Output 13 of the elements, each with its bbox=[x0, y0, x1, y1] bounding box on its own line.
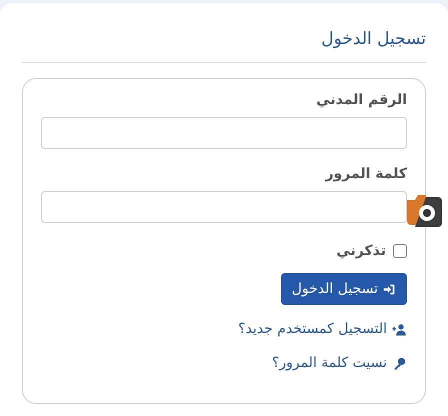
field-label: الرقم المدني bbox=[316, 91, 407, 110]
text-link[interactable]: التسجيل كمستخدم جديد؟ bbox=[238, 319, 407, 339]
checkbox-label: تذكرني bbox=[336, 243, 386, 259]
checkbox[interactable] bbox=[393, 244, 407, 258]
login-button[interactable]: تسجيل الدخول bbox=[280, 273, 407, 305]
text-link[interactable]: نسيت كلمة المرور؟ bbox=[272, 353, 407, 373]
sign-in-icon bbox=[383, 282, 396, 296]
page-title: تسجيل الدخول bbox=[320, 28, 426, 51]
input-field[interactable] bbox=[41, 117, 407, 149]
field-label: كلمة المرور bbox=[325, 165, 407, 184]
input-field[interactable] bbox=[41, 191, 407, 223]
add-user-icon bbox=[392, 322, 407, 336]
key-icon bbox=[392, 356, 407, 370]
